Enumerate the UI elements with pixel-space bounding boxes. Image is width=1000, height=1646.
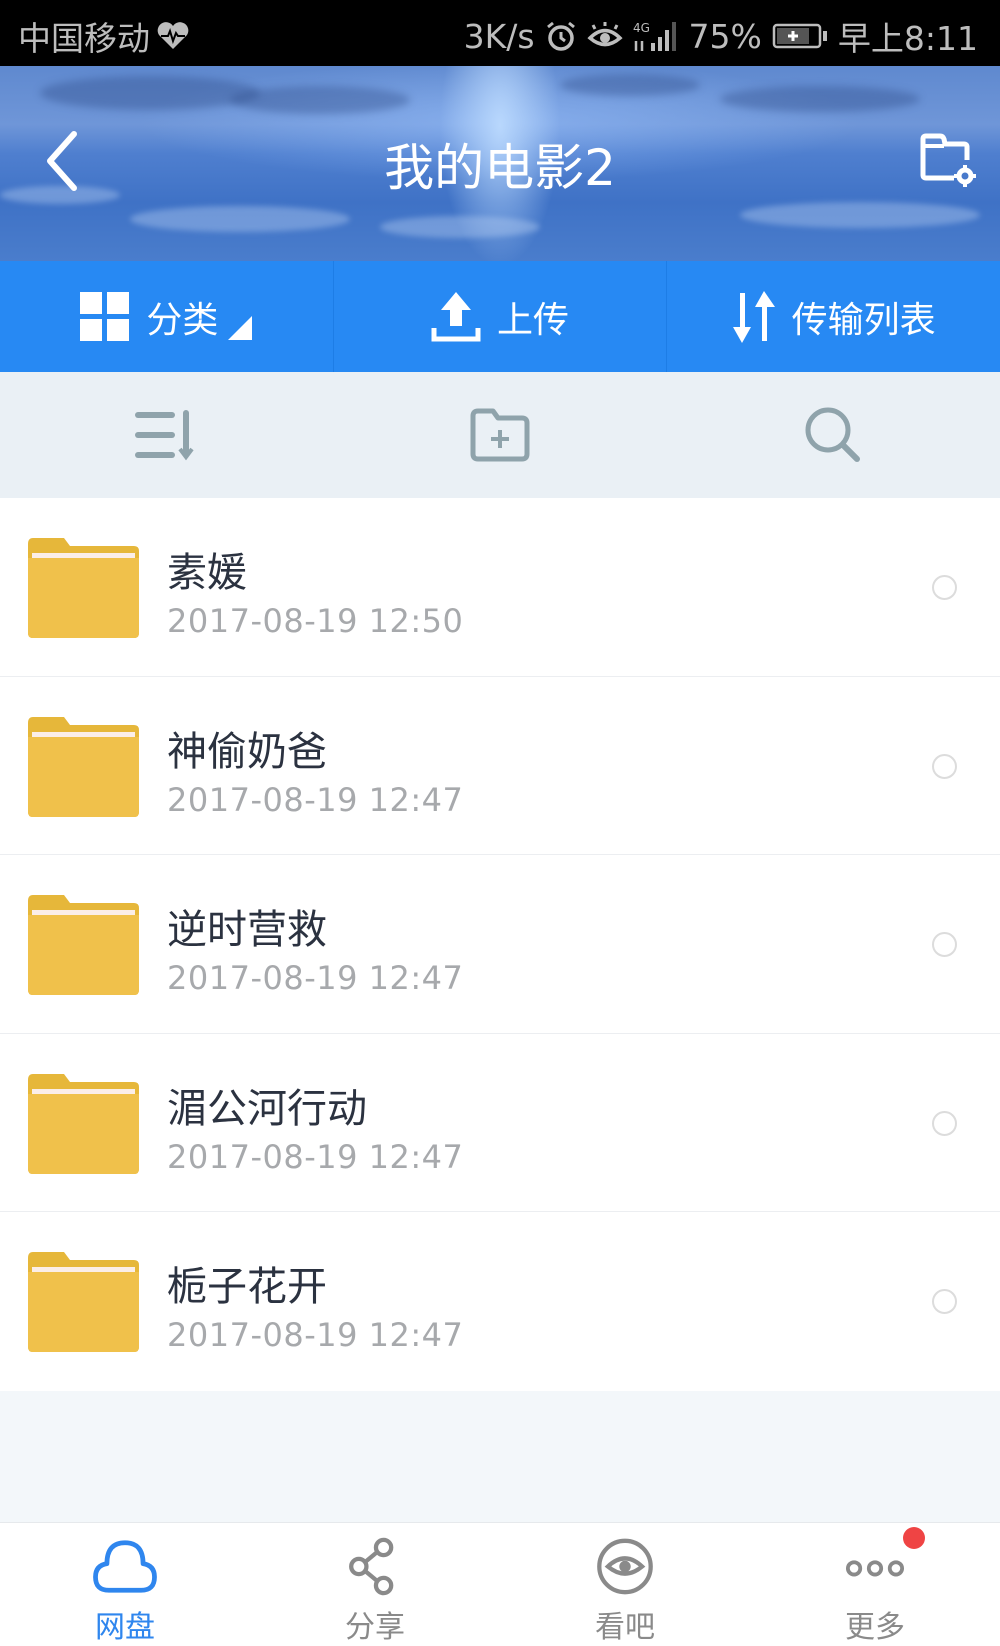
- tab-transfer-list[interactable]: 传输列表: [667, 261, 1000, 372]
- eye-icon: [597, 1538, 653, 1595]
- grid-icon: [80, 291, 130, 341]
- list-item[interactable]: 栀子花开 2017-08-19 12:47: [0, 1212, 1000, 1391]
- battery-label: 75%: [688, 16, 762, 56]
- select-radio[interactable]: [932, 1110, 957, 1136]
- upload-icon: [431, 291, 481, 341]
- select-radio[interactable]: [932, 1289, 957, 1314]
- share-icon: [349, 1537, 394, 1596]
- new-folder-button[interactable]: [333, 372, 666, 498]
- status-bar: 中国移动 3K/s 4G 75% 早上8:11: [0, 0, 1000, 66]
- folder-icon: [28, 538, 139, 638]
- folder-icon: [28, 1252, 139, 1352]
- nav-more[interactable]: 更多: [750, 1523, 1000, 1646]
- nav-label: 更多: [845, 1610, 905, 1645]
- signal-icon: 4G: [633, 19, 679, 53]
- sort-icon: [134, 410, 194, 461]
- bottom-nav: 网盘 分享 看吧 更多: [0, 1522, 1000, 1646]
- file-date: 2017-08-19 12:47: [167, 1316, 464, 1354]
- tab-upload-label: 上传: [497, 299, 570, 341]
- file-date: 2017-08-19 12:47: [167, 1137, 464, 1176]
- eye-comfort-icon: [586, 21, 623, 51]
- file-toolbar: [0, 372, 1000, 498]
- list-item[interactable]: 湄公河行动 2017-08-19 12:47: [0, 1033, 1000, 1212]
- file-date: 2017-08-19 12:50: [167, 602, 464, 640]
- select-radio[interactable]: [932, 753, 957, 779]
- nav-share[interactable]: 分享: [250, 1523, 500, 1646]
- nav-label: 看吧: [595, 1610, 655, 1645]
- clock-label: 早上8:11: [837, 19, 978, 58]
- tab-category-label: 分类: [146, 299, 219, 341]
- select-radio[interactable]: [932, 575, 957, 600]
- net-speed-label: 3K/s: [463, 16, 535, 56]
- folder-icon: [28, 895, 139, 995]
- alarm-icon: [545, 20, 577, 52]
- file-name: 逆时营救: [167, 907, 327, 953]
- more-icon: [845, 1560, 905, 1577]
- header-banner: 我的电影2: [0, 66, 1000, 261]
- file-list: 素媛 2017-08-19 12:50 神偷奶爸 2017-08-19 12:4…: [0, 498, 1000, 1391]
- file-name: 栀子花开: [167, 1264, 327, 1310]
- nav-cloud-drive[interactable]: 网盘: [0, 1523, 250, 1646]
- nav-label: 分享: [345, 1610, 405, 1645]
- transfer-arrows-icon: [732, 290, 775, 343]
- carrier-label: 中国移动: [18, 19, 150, 58]
- action-tabs: 分类 上传 传输列表: [0, 261, 1000, 372]
- page-title: 我的电影2: [384, 139, 616, 197]
- file-name: 神偷奶爸: [167, 728, 327, 775]
- search-button[interactable]: [667, 372, 1000, 498]
- list-item[interactable]: 素媛 2017-08-19 12:50: [0, 498, 1000, 677]
- list-item[interactable]: 神偷奶爸 2017-08-19 12:47: [0, 676, 1000, 855]
- new-folder-icon: [470, 408, 530, 462]
- file-name: 湄公河行动: [167, 1085, 367, 1132]
- battery-charging-icon: [772, 22, 828, 50]
- network-type-label: 4G: [633, 21, 650, 35]
- tab-category[interactable]: 分类: [0, 261, 334, 372]
- cloud-icon: [93, 1540, 157, 1593]
- select-radio[interactable]: [932, 932, 957, 957]
- heart-rate-icon: [156, 21, 190, 51]
- nav-label: 网盘: [95, 1610, 155, 1645]
- notification-badge: [903, 1527, 925, 1549]
- nav-watch[interactable]: 看吧: [500, 1523, 750, 1646]
- tab-upload[interactable]: 上传: [334, 261, 668, 372]
- tab-transfer-list-label: 传输列表: [791, 299, 936, 341]
- file-date: 2017-08-19 12:47: [167, 959, 464, 997]
- search-icon: [805, 407, 861, 462]
- folder-icon: [28, 716, 139, 817]
- file-name: 素媛: [167, 550, 247, 596]
- folder-settings-icon: [920, 133, 976, 187]
- folder-icon: [28, 1073, 139, 1174]
- folder-settings-button[interactable]: [920, 132, 976, 188]
- sort-button[interactable]: [0, 372, 333, 498]
- dropdown-triangle-icon: [228, 315, 253, 340]
- file-date: 2017-08-19 12:47: [167, 780, 464, 819]
- list-item[interactable]: 逆时营救 2017-08-19 12:47: [0, 855, 1000, 1034]
